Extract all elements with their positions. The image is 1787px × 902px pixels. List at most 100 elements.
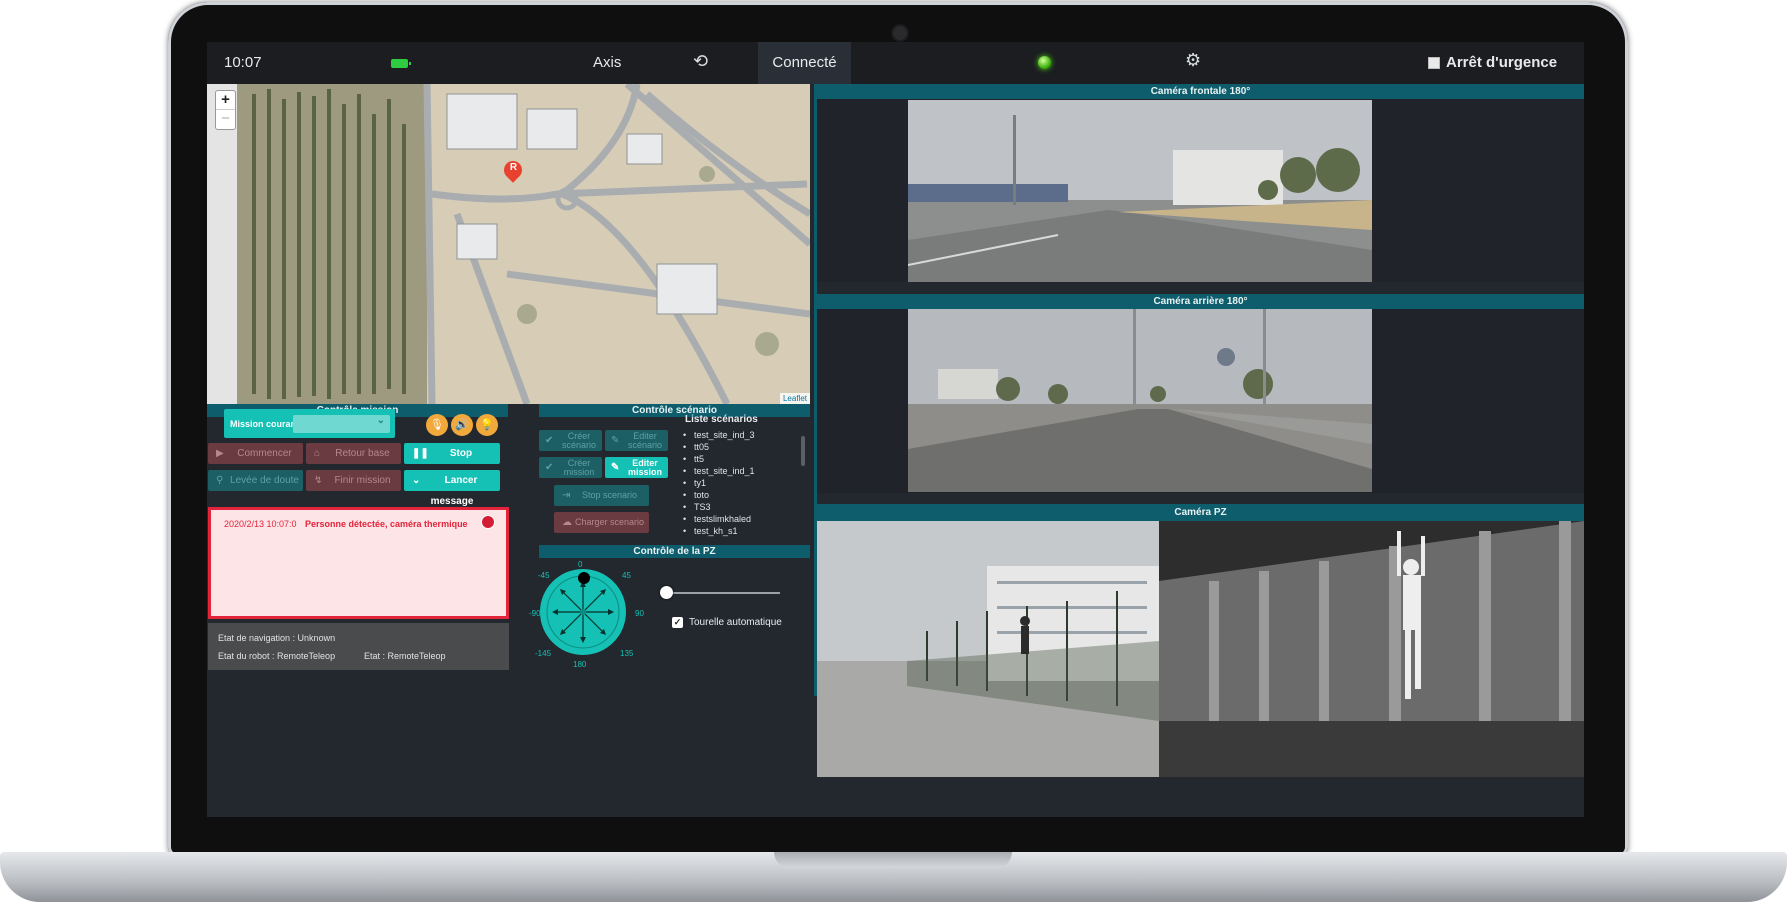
- status-led-icon: [1038, 56, 1051, 69]
- stop-button[interactable]: ❚❚ Stop: [404, 443, 500, 464]
- reload-icon[interactable]: ⟲: [693, 51, 708, 72]
- emergency-stop[interactable]: Arrêt d'urgence: [1428, 54, 1557, 71]
- chevron-down-icon: ⌄: [412, 475, 421, 486]
- alert-panel: 2020/2/13 10:07:0 Personne détectée, cam…: [208, 507, 509, 619]
- map-attribution[interactable]: Leaflet: [779, 393, 810, 404]
- auto-turret-toggle[interactable]: ✓ Tourelle automatique: [672, 617, 782, 628]
- pz-camera-thermal-feed[interactable]: [1159, 521, 1584, 777]
- list-item[interactable]: testslimkhaled: [680, 514, 807, 526]
- app-screen: 10:07 Axis ⟲ Connecté ⚙ Arrêt d'urgence: [207, 42, 1584, 817]
- edit-icon: ✎: [611, 435, 620, 446]
- edit-scenario-label-2: scénario: [627, 440, 663, 450]
- start-mission-label: Commencer: [237, 448, 292, 459]
- map-left-strip: [207, 84, 237, 404]
- angle-label-90: 90: [635, 609, 644, 618]
- rear-camera-header: Caméra arrière 180°: [817, 294, 1584, 309]
- return-base-button[interactable]: ⌂ Retour base: [306, 443, 401, 464]
- general-state: Etat : RemoteTeleop: [364, 651, 446, 661]
- return-base-label: Retour base: [335, 448, 390, 459]
- satellite-map[interactable]: + − R Leaflet: [207, 84, 810, 404]
- finish-icon: ↯: [314, 475, 323, 486]
- alert-timestamp: 2020/2/13 10:07:0: [224, 519, 297, 529]
- zoom-in-button[interactable]: +: [216, 91, 235, 110]
- robot-marker-label: R: [509, 162, 518, 173]
- stop-scenario-button[interactable]: ⇥ Stop scenario: [554, 485, 649, 506]
- home-icon: ⌂: [314, 448, 321, 459]
- angle-label-180: 180: [573, 660, 587, 669]
- edit-mission-button[interactable]: ✎ Editer mission: [605, 457, 668, 478]
- emergency-checkbox[interactable]: [1428, 56, 1440, 69]
- clock: 10:07: [224, 54, 262, 71]
- front-camera-feed[interactable]: [908, 100, 1372, 282]
- alert-indicator-icon[interactable]: [482, 516, 494, 528]
- alert-message: Personne détectée, caméra thermique: [305, 519, 468, 529]
- navigation-state: Etat de navigation : Unknown: [218, 633, 336, 643]
- create-mission-label-2: mission: [563, 467, 595, 477]
- angle-label-0: 0: [578, 560, 583, 569]
- front-camera-header: Caméra frontale 180°: [817, 84, 1584, 99]
- list-item[interactable]: test_site_ind_1: [680, 466, 807, 478]
- pz-camera-visible-feed[interactable]: [817, 521, 1159, 777]
- list-item[interactable]: tt05: [680, 442, 807, 454]
- list-item[interactable]: tt5: [680, 454, 807, 466]
- state-panel: Etat de navigation : Unknown Etat du rob…: [208, 623, 509, 670]
- light-button[interactable]: 💡: [476, 414, 498, 436]
- edit-scenario-button[interactable]: ✎ Editer scénario: [605, 430, 668, 451]
- pz-position-knob[interactable]: [578, 572, 590, 584]
- microphone-button[interactable]: 🎙: [426, 414, 448, 436]
- angle-label-45: 45: [622, 571, 631, 580]
- load-scenario-button[interactable]: ☁ Charger scenario: [554, 512, 649, 533]
- start-mission-button[interactable]: ▶ Commencer: [208, 443, 303, 464]
- speaker-button[interactable]: 🔊: [451, 414, 473, 436]
- list-item[interactable]: test_kh_s1: [680, 526, 807, 538]
- angle-label-neg45: -45: [538, 571, 550, 580]
- pz-zoom-slider[interactable]: [664, 592, 780, 594]
- pin-icon: ⚲: [216, 475, 224, 486]
- sign-in-icon: ⇥: [562, 490, 571, 501]
- launch-message-label: Lancer message: [430, 475, 478, 507]
- emergency-label: Arrêt d'urgence: [1446, 54, 1558, 71]
- angle-label-neg90: -90: [529, 609, 541, 618]
- create-scenario-button[interactable]: ✔ Créer scénario: [539, 430, 602, 451]
- settings-icon[interactable]: ⚙: [1185, 50, 1201, 71]
- zoom-out-button[interactable]: −: [216, 110, 235, 129]
- list-item[interactable]: ty1: [680, 478, 807, 490]
- cloud-upload-icon: ☁: [562, 517, 572, 528]
- mission-current-selector: Mission courante :: [224, 409, 395, 438]
- doubt-removal-button[interactable]: ⚲ Levée de doute: [208, 470, 303, 491]
- scenario-list-scrollbar[interactable]: [801, 436, 805, 466]
- launch-message-button[interactable]: ⌄ Lancer message: [404, 470, 500, 507]
- check-icon: ✔: [545, 435, 554, 446]
- scenario-control-header: Contrôle scénario: [539, 404, 810, 417]
- finish-mission-label: Finir mission: [334, 475, 391, 486]
- create-mission-button[interactable]: ✔ Créer mission: [539, 457, 602, 478]
- auto-turret-label: Tourelle automatique: [689, 617, 782, 628]
- list-item[interactable]: toto: [680, 490, 807, 502]
- axis-menu[interactable]: Axis: [593, 54, 621, 71]
- battery-icon: [391, 59, 411, 68]
- lightbulb-icon: 💡: [480, 419, 494, 431]
- list-item[interactable]: TS3: [680, 502, 807, 514]
- check-icon: ✔: [545, 462, 554, 473]
- top-bar: 10:07 Axis ⟲ Connecté ⚙ Arrêt d'urgence: [207, 42, 1584, 84]
- pz-camera-thermal-image: [1159, 521, 1584, 777]
- finish-mission-button[interactable]: ↯ Finir mission: [306, 470, 401, 491]
- auto-turret-checkbox[interactable]: ✓: [672, 617, 683, 628]
- rear-camera-image: [908, 309, 1372, 492]
- zoom-control: + −: [215, 90, 236, 130]
- doubt-removal-label: Levée de doute: [230, 475, 299, 486]
- rear-camera-feed[interactable]: [908, 309, 1372, 492]
- list-item[interactable]: test_site_ind_3: [680, 430, 807, 442]
- play-icon: ▶: [216, 448, 224, 459]
- speaker-icon: 🔊: [455, 419, 469, 431]
- pz-zoom-slider-thumb[interactable]: [660, 586, 673, 599]
- mission-current-select[interactable]: [293, 415, 390, 433]
- angle-label-135: 135: [620, 649, 634, 658]
- angle-label-neg145: -145: [535, 649, 552, 658]
- robot-state: Etat du robot : RemoteTeleop: [218, 651, 336, 661]
- laptop-notch: [774, 852, 1012, 868]
- stop-scenario-label: Stop scenario: [581, 490, 638, 500]
- pause-icon: ❚❚: [412, 448, 429, 459]
- edit-mission-label-2: mission: [627, 467, 662, 477]
- stop-label: Stop: [449, 448, 473, 459]
